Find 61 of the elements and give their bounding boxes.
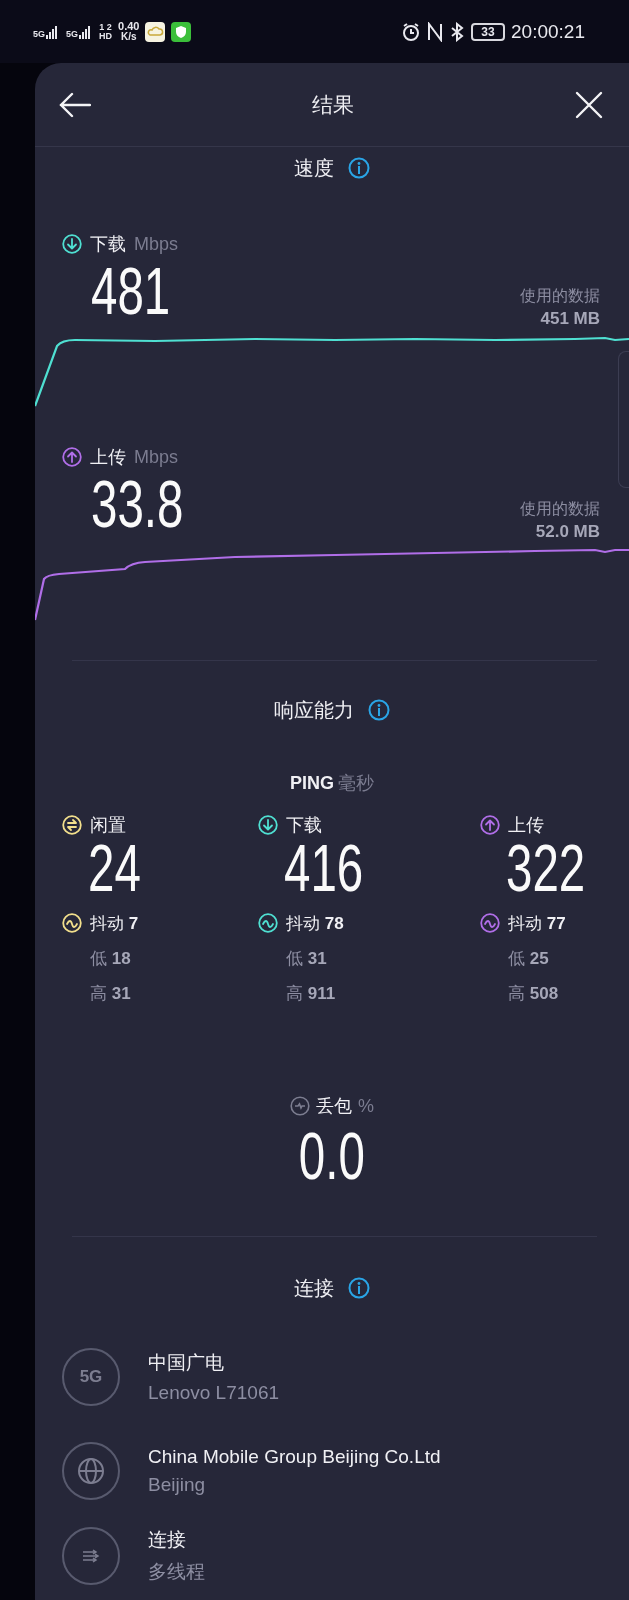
info-icon[interactable] bbox=[348, 157, 370, 179]
data-used-value: 451 MB bbox=[540, 309, 600, 329]
back-arrow-icon[interactable] bbox=[59, 91, 91, 118]
unit-label: Mbps bbox=[134, 233, 178, 255]
bluetooth-icon bbox=[449, 21, 466, 42]
close-icon[interactable] bbox=[575, 90, 603, 119]
speed-value: 481 bbox=[91, 256, 171, 326]
connection-title: 连接 bbox=[148, 1528, 187, 1552]
globe-icon bbox=[77, 1457, 105, 1485]
cloud-app-icon bbox=[145, 21, 166, 42]
packet-loss-value: 0.0 bbox=[298, 1120, 366, 1191]
nfc-icon bbox=[427, 21, 444, 42]
high-text: 高 31 bbox=[90, 982, 131, 1005]
packet-loss-label: 丢包 bbox=[316, 1095, 352, 1118]
speed-value: 33.8 bbox=[91, 469, 184, 539]
connection-title: China Mobile Group Beijing Co.Ltd bbox=[148, 1446, 441, 1468]
data-used-label: 使用的数据 bbox=[520, 499, 600, 519]
unit-label: % bbox=[358, 1095, 374, 1117]
section-title: 连接 bbox=[294, 1275, 334, 1301]
unit-label: 毫秒 bbox=[338, 772, 374, 795]
high-text: 高 911 bbox=[286, 982, 336, 1005]
hd-indicator: HD bbox=[99, 31, 113, 41]
connection-subtitle: 多线程 bbox=[148, 1560, 205, 1584]
shield-app-icon bbox=[171, 21, 192, 42]
jitter-text: 抖动 7 bbox=[90, 912, 139, 935]
ping-title: PING bbox=[290, 772, 334, 794]
low-text: 低 25 bbox=[508, 947, 549, 970]
info-icon[interactable] bbox=[348, 1277, 370, 1299]
signal-icon bbox=[46, 24, 60, 39]
hd-indicator: 1 2 bbox=[99, 22, 112, 32]
connection-title: 中国广电 bbox=[148, 1351, 225, 1375]
packet-loss-icon bbox=[290, 1096, 310, 1116]
multi-thread-icon bbox=[82, 1549, 100, 1563]
metric-label: 上传 bbox=[90, 446, 126, 469]
clock-time: 20:00:21 bbox=[511, 20, 585, 43]
jitter-text: 抖动 77 bbox=[508, 912, 566, 935]
jitter-text: 抖动 78 bbox=[286, 912, 344, 935]
wave-icon bbox=[480, 913, 500, 933]
connection-subtitle: Beijing bbox=[148, 1474, 207, 1496]
network-badge: 5G bbox=[62, 1348, 120, 1406]
low-text: 低 18 bbox=[90, 947, 131, 970]
high-text: 高 508 bbox=[508, 982, 559, 1005]
connection-subtitle: Lenovo L71061 bbox=[148, 1382, 279, 1404]
alarm-icon bbox=[401, 21, 422, 42]
section-title: 响应能力 bbox=[274, 697, 354, 723]
low-text: 低 31 bbox=[286, 947, 327, 970]
metric-label: 下载 bbox=[90, 233, 126, 256]
info-icon[interactable] bbox=[368, 699, 390, 721]
wave-icon bbox=[258, 913, 278, 933]
network-speed-unit: K/s bbox=[120, 32, 137, 42]
wave-icon bbox=[62, 913, 82, 933]
screen-title: 结果 bbox=[312, 91, 354, 118]
battery-indicator: 33 bbox=[471, 22, 506, 41]
data-used-label: 使用的数据 bbox=[520, 286, 600, 306]
network-type: 5G bbox=[66, 29, 79, 39]
data-used-value: 52.0 MB bbox=[535, 522, 600, 542]
scroll-handle[interactable] bbox=[618, 351, 629, 488]
section-title: 速度 bbox=[294, 155, 334, 181]
network-type: 5G bbox=[33, 29, 45, 39]
network-speed: 0.40 bbox=[118, 21, 140, 32]
unit-label: Mbps bbox=[134, 446, 178, 468]
